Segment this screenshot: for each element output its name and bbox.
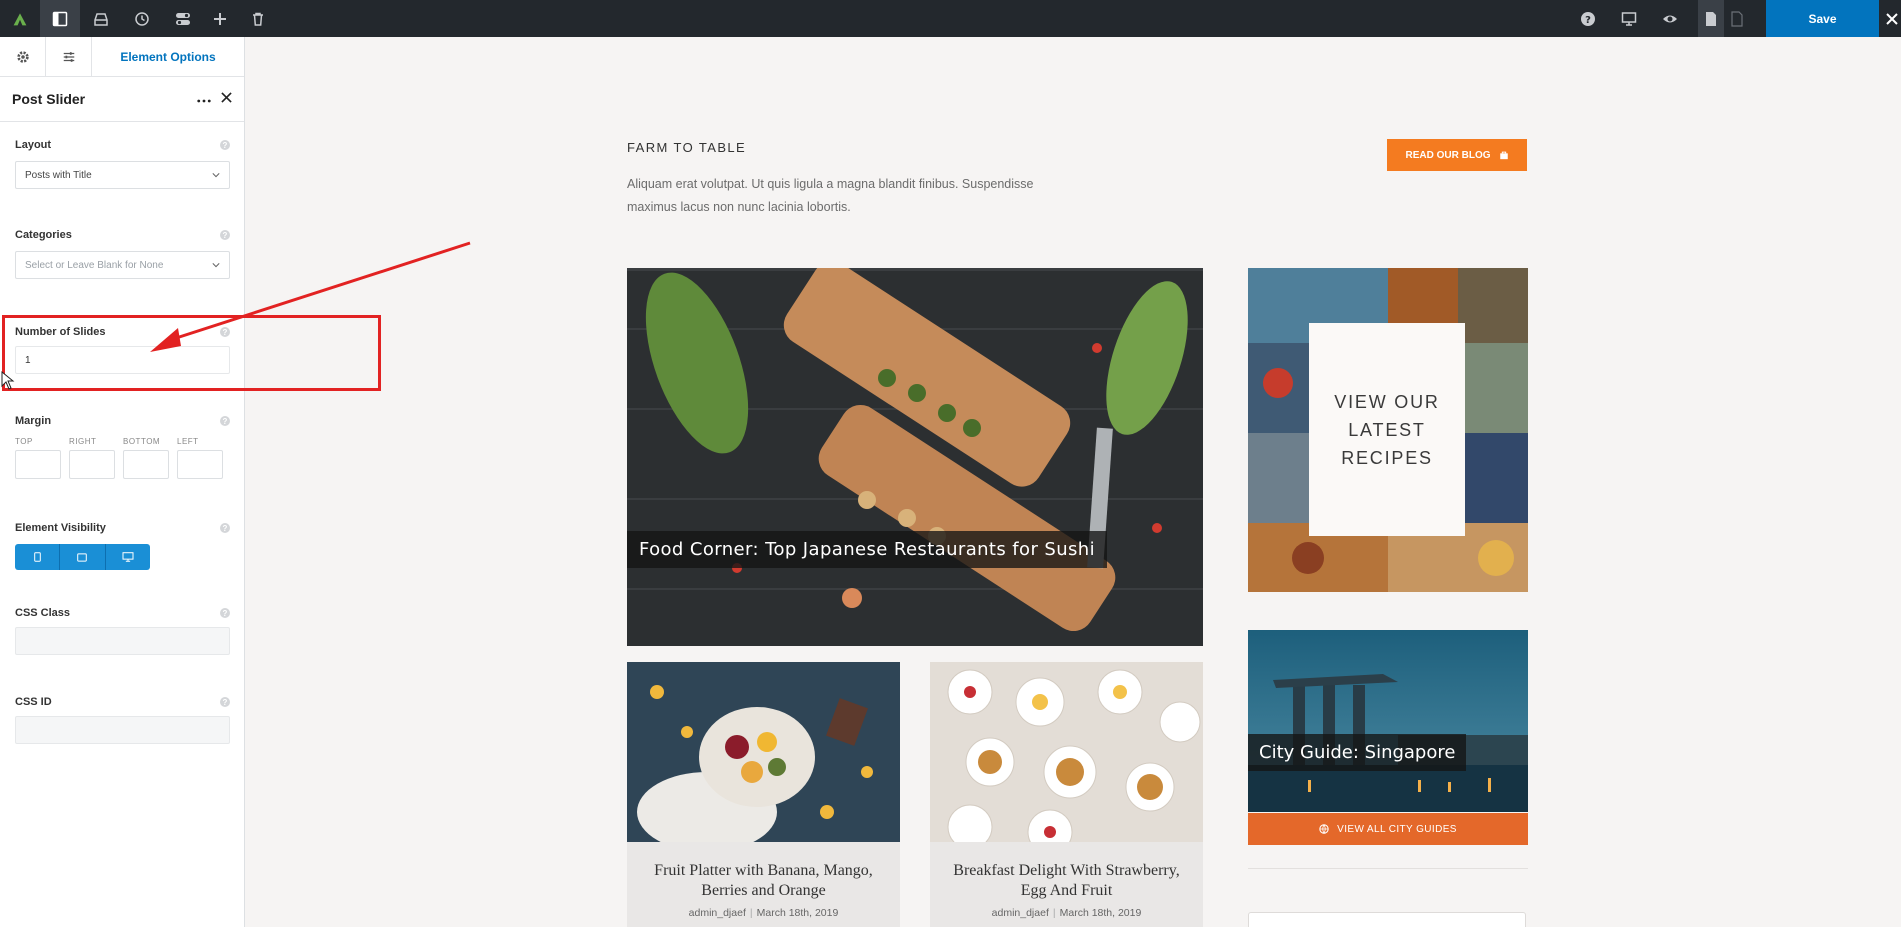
save-button[interactable]: Save	[1766, 0, 1879, 37]
card-author[interactable]: admin_djaef	[689, 907, 746, 919]
read-blog-label: READ OUR BLOG	[1405, 149, 1491, 161]
hero-caption: Food Corner: Top Japanese Restaurants fo…	[627, 531, 1107, 568]
close-panel-icon[interactable]	[221, 90, 232, 108]
margin-field: Margin? TOP RIGHT BOTTOM LEFT	[15, 415, 230, 479]
desktop-icon[interactable]	[1609, 0, 1649, 37]
margin-left-input[interactable]	[177, 450, 223, 479]
visibility-toggle-group	[15, 544, 150, 570]
close-icon[interactable]	[1883, 0, 1901, 37]
card-date: March 18th, 2019	[1059, 907, 1142, 919]
panel-title: Post Slider	[12, 91, 86, 107]
categories-label: Categories	[15, 229, 72, 241]
sidebar-divider	[1248, 868, 1528, 869]
help-icon[interactable]: ?	[220, 230, 230, 240]
sidebar-toggle-icon[interactable]	[40, 0, 80, 37]
help-icon[interactable]: ?	[220, 140, 230, 150]
gear-icon	[16, 51, 29, 63]
margin-right-input[interactable]	[69, 450, 115, 479]
sushi-board-image	[627, 268, 1203, 646]
page-icon[interactable]	[1698, 0, 1724, 37]
element-options-panel: Element Options Post Slider Layout? Post…	[0, 37, 245, 927]
desktop-visibility-button[interactable]	[105, 544, 150, 570]
help-icon[interactable]: ?	[220, 608, 230, 618]
city-guide-slide[interactable]: City Guide: Singapore	[1248, 630, 1528, 812]
margin-bottom-label: BOTTOM	[123, 437, 161, 446]
categories-select[interactable]: Select or Leave Blank for None	[15, 251, 230, 279]
chevron-down-icon	[212, 173, 220, 178]
help-icon[interactable]: ?	[220, 523, 230, 533]
mobile-visibility-button[interactable]	[15, 544, 61, 570]
layout-field: Layout? Posts with Title	[15, 139, 230, 189]
tablet-visibility-button[interactable]	[60, 544, 106, 570]
tablet-icon	[77, 552, 88, 562]
fruit-platter-image	[627, 662, 900, 852]
singapore-skyline-image	[1248, 630, 1528, 812]
visibility-label: Element Visibility	[15, 522, 106, 534]
css-class-label: CSS Class	[15, 607, 71, 619]
mobile-icon	[33, 552, 41, 562]
layout-label: Layout	[15, 139, 52, 151]
section-kicker: FARM TO TABLE	[627, 140, 747, 155]
categories-field: Categories? Select or Leave Blank for No…	[15, 229, 230, 279]
settings-tab[interactable]	[0, 37, 46, 77]
chevron-down-icon	[212, 263, 220, 268]
tab-element-options[interactable]: Element Options	[92, 37, 244, 76]
more-icon[interactable]	[197, 90, 211, 108]
featured-post-slide[interactable]: Food Corner: Top Japanese Restaurants fo…	[627, 268, 1203, 646]
help-icon[interactable]: ?	[1568, 0, 1608, 37]
svg-text:?: ?	[1585, 15, 1591, 26]
library-icon[interactable]	[81, 0, 121, 37]
history-icon[interactable]	[122, 0, 162, 37]
recipes-banner[interactable]: VIEW OUR LATEST RECIPES	[1248, 268, 1528, 592]
search-input[interactable]	[1248, 912, 1526, 927]
city-caption: City Guide: Singapore	[1248, 734, 1467, 771]
card-meta: admin_djaef | March 18th, 2019	[688, 907, 839, 919]
css-id-field: CSS ID?	[15, 696, 230, 744]
margin-top-label: TOP	[15, 437, 33, 446]
css-class-input[interactable]	[15, 627, 230, 655]
plus-icon[interactable]	[200, 0, 240, 37]
card-title[interactable]: Fruit Platter with Banana, Mango, Berrie…	[627, 861, 900, 901]
post-card-fruit[interactable]: Fruit Platter with Banana, Mango, Berrie…	[627, 662, 900, 927]
toggle-icon[interactable]	[163, 0, 203, 37]
top-toolbar: ? Save	[0, 0, 1901, 37]
margin-top-input[interactable]	[15, 450, 61, 479]
css-class-field: CSS Class?	[15, 607, 230, 655]
view-city-guides-label: VIEW ALL CITY GUIDES	[1337, 823, 1457, 835]
card-meta: admin_djaef | March 18th, 2019	[991, 907, 1142, 919]
help-icon[interactable]: ?	[220, 416, 230, 426]
read-blog-button[interactable]: READ OUR BLOG	[1387, 139, 1527, 171]
bag-icon	[1499, 151, 1508, 160]
layout-select[interactable]: Posts with Title	[15, 161, 230, 189]
panel-tabs: Element Options	[0, 37, 244, 77]
sliders-tab[interactable]	[46, 37, 92, 77]
categories-placeholder: Select or Leave Blank for None	[25, 259, 164, 271]
trash-icon[interactable]	[238, 0, 278, 37]
panel-header: Post Slider	[0, 77, 244, 122]
css-id-label: CSS ID	[15, 696, 52, 708]
page-alt-icon[interactable]	[1724, 0, 1750, 37]
card-date: March 18th, 2019	[756, 907, 839, 919]
view-city-guides-button[interactable]: VIEW ALL CITY GUIDES	[1248, 813, 1528, 845]
margin-right-label: RIGHT	[69, 437, 97, 446]
avada-logo-icon[interactable]	[0, 0, 40, 37]
margin-left-label: LEFT	[177, 437, 199, 446]
margin-bottom-input[interactable]	[123, 450, 169, 479]
css-id-input[interactable]	[15, 716, 230, 744]
margin-label: Margin	[15, 415, 52, 427]
help-icon[interactable]: ?	[220, 697, 230, 707]
sliders-icon	[63, 52, 74, 62]
breakfast-image	[930, 662, 1203, 855]
post-card-breakfast[interactable]: Breakfast Delight With Strawberry, Egg A…	[930, 662, 1203, 927]
globe-icon	[1319, 824, 1329, 834]
intro-text: Aliquam erat volutpat. Ut quis ligula a …	[627, 177, 1034, 214]
recipes-card-text: VIEW OUR LATEST RECIPES	[1309, 323, 1465, 536]
layout-value: Posts with Title	[25, 169, 92, 181]
annotation-highlight-box	[2, 315, 381, 391]
card-title[interactable]: Breakfast Delight With Strawberry, Egg A…	[930, 861, 1203, 901]
visibility-field: Element Visibility?	[15, 522, 230, 570]
eye-icon[interactable]	[1650, 0, 1690, 37]
card-author[interactable]: admin_djaef	[992, 907, 1049, 919]
desktop-icon	[122, 552, 134, 562]
